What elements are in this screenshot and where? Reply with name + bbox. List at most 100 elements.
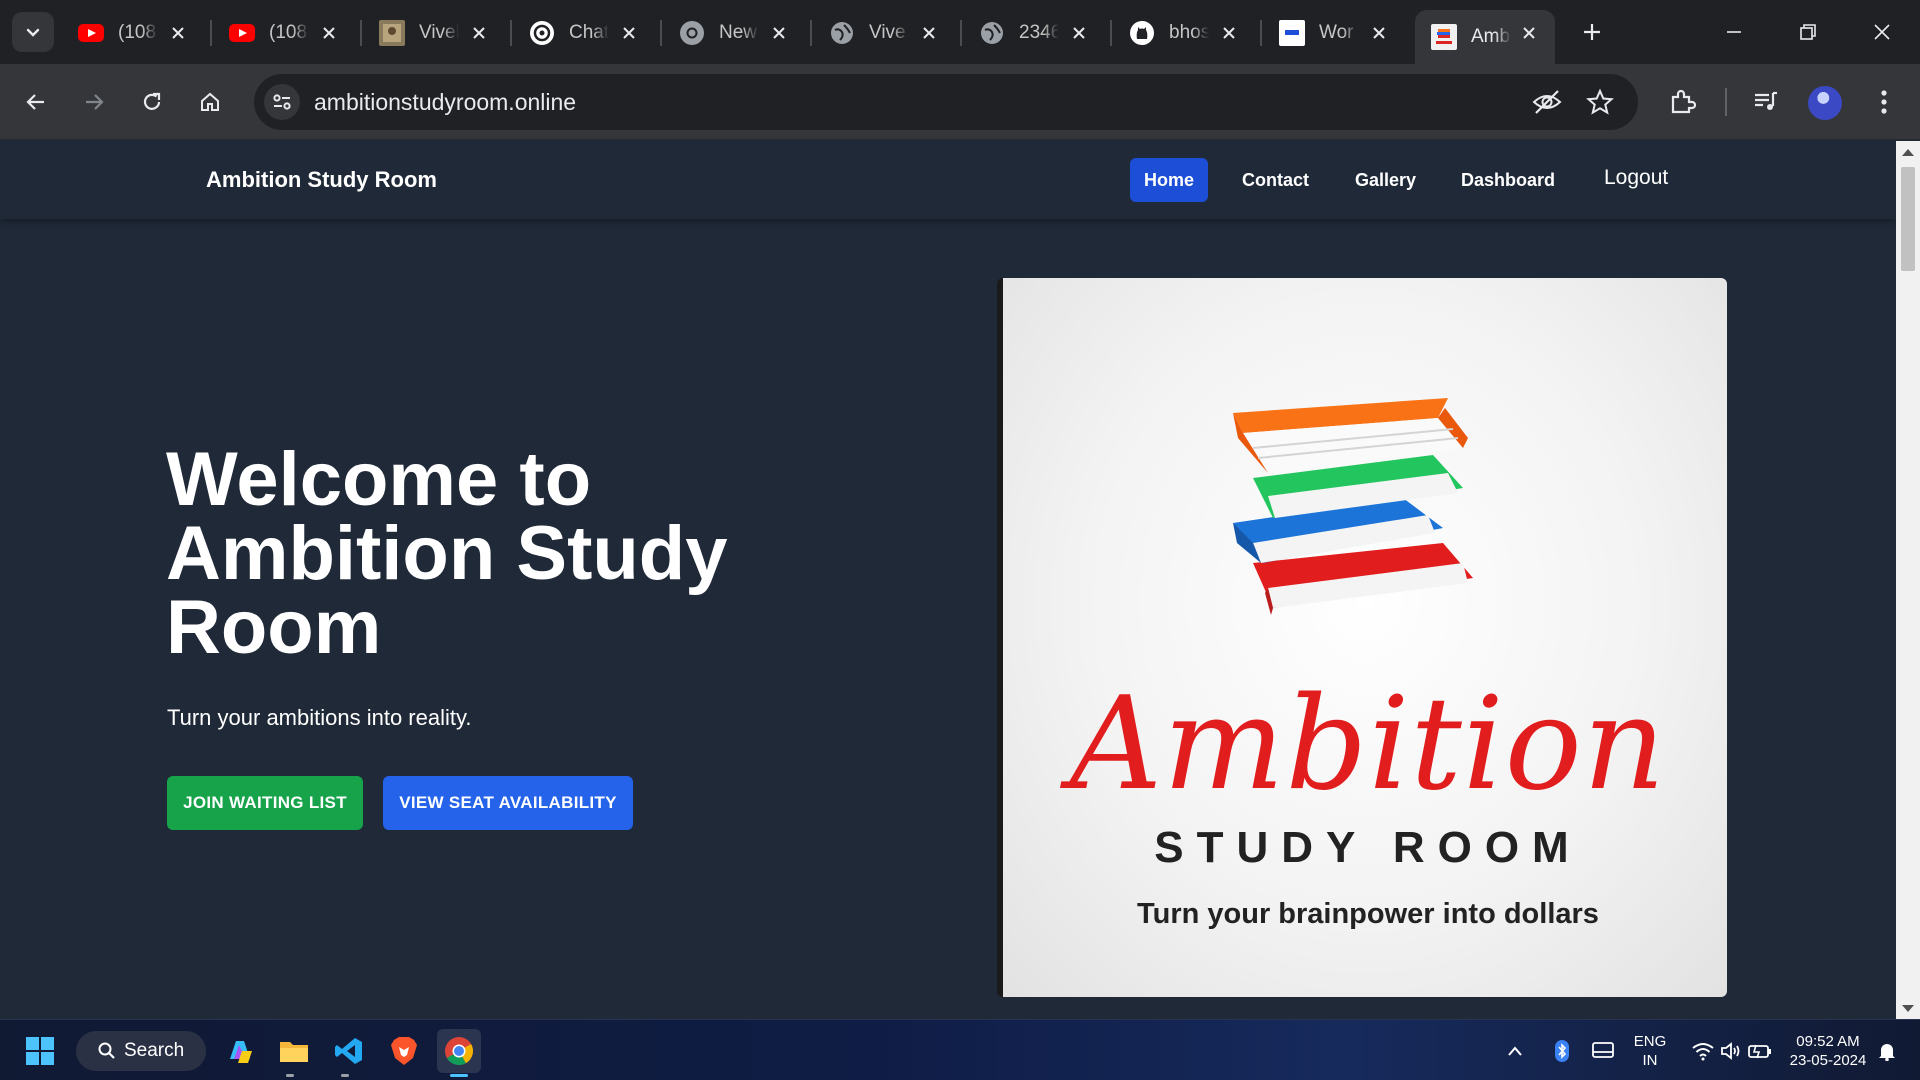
- plus-icon: [1584, 24, 1600, 40]
- back-button[interactable]: [14, 80, 58, 124]
- browser-tab[interactable]: New: [663, 10, 805, 56]
- clock-time: 09:52 AM: [1796, 1033, 1860, 1050]
- tab-separator: [510, 20, 512, 46]
- browser-tab-strip: (108 (108 Vivel Chat New Vive 2346 bhos …: [0, 0, 1920, 64]
- scroll-up-arrow-icon[interactable]: [1902, 149, 1914, 156]
- nav-contact[interactable]: Contact: [1228, 158, 1323, 202]
- browser-tab[interactable]: 2346: [963, 10, 1105, 56]
- scrollbar-thumb[interactable]: [1901, 167, 1915, 271]
- browser-tab[interactable]: Chat: [513, 10, 655, 56]
- close-tab-icon[interactable]: [1367, 21, 1391, 45]
- taskbar-brave[interactable]: [382, 1029, 426, 1073]
- close-tab-icon[interactable]: [317, 21, 341, 45]
- running-indicator: [286, 1074, 294, 1077]
- extensions-button[interactable]: [1660, 80, 1704, 124]
- browser-tab[interactable]: (108: [62, 10, 204, 56]
- bookmark-star-icon[interactable]: [1586, 88, 1614, 121]
- tray-bluetooth[interactable]: [1548, 1029, 1576, 1073]
- close-tab-icon[interactable]: [767, 21, 791, 45]
- tray-network-volume-battery[interactable]: [1682, 1029, 1782, 1073]
- taskbar-search[interactable]: Search: [76, 1031, 206, 1071]
- language-code: ENG: [1633, 1033, 1667, 1050]
- tray-display[interactable]: [1588, 1029, 1618, 1073]
- tab-search-button[interactable]: [12, 12, 54, 52]
- browser-toolbar: ambitionstudyroom.online: [0, 64, 1920, 140]
- tab-title: Vivel: [419, 22, 459, 43]
- browser-tab[interactable]: Wor: [1263, 10, 1405, 56]
- close-tab-icon[interactable]: [166, 21, 190, 45]
- display-icon: [1592, 1042, 1614, 1058]
- language-indicator[interactable]: ENG IN: [1630, 1032, 1670, 1070]
- more-vertical-icon: [1881, 90, 1887, 114]
- new-tab-button[interactable]: [1574, 14, 1610, 50]
- taskbar-search-label: Search: [124, 1040, 185, 1061]
- clock[interactable]: 09:52 AM 23-05-2024: [1780, 1032, 1876, 1070]
- taskbar-file-explorer[interactable]: [272, 1029, 316, 1073]
- close-tab-icon[interactable]: [1217, 21, 1241, 45]
- reload-button[interactable]: [130, 80, 174, 124]
- page-scrollbar[interactable]: [1896, 141, 1920, 1019]
- bell-icon: [1879, 1044, 1895, 1061]
- browser-tab[interactable]: (108: [213, 10, 355, 56]
- page-viewport: Ambition Study Room Home Contact Gallery…: [0, 141, 1920, 1019]
- photo-favicon: [379, 20, 405, 46]
- hero-logo-image: Ambition STUDY ROOM Turn your brainpower…: [997, 278, 1727, 997]
- tab-separator: [360, 20, 362, 46]
- close-window-button[interactable]: [1852, 10, 1912, 54]
- taskbar-chrome[interactable]: [437, 1029, 481, 1073]
- search-icon: [98, 1042, 115, 1059]
- close-tab-icon[interactable]: [917, 21, 941, 45]
- menu-button[interactable]: [1862, 80, 1906, 124]
- nav-home[interactable]: Home: [1130, 158, 1209, 202]
- tab-title: Chat: [569, 22, 609, 43]
- join-waiting-list-button[interactable]: JOIN WAITING LIST: [167, 776, 363, 830]
- tray-overflow-button[interactable]: [1500, 1029, 1530, 1073]
- arrow-left-icon: [26, 94, 44, 110]
- volume-icon: [1721, 1042, 1740, 1060]
- site-brand[interactable]: Ambition Study Room: [206, 141, 437, 219]
- restore-button[interactable]: [1778, 10, 1838, 54]
- taskbar-vscode[interactable]: [327, 1029, 371, 1073]
- battery-icon: [1748, 1044, 1771, 1059]
- home-button[interactable]: [188, 80, 232, 124]
- nav-gallery[interactable]: Gallery: [1341, 158, 1430, 202]
- browser-tab[interactable]: Vive: [813, 10, 955, 56]
- tab-title: bhos: [1169, 22, 1209, 43]
- taskbar-copilot[interactable]: [218, 1029, 262, 1073]
- media-controls-button[interactable]: [1744, 80, 1788, 124]
- profile-avatar[interactable]: [1808, 86, 1842, 120]
- tab-title: Vive: [869, 22, 906, 43]
- close-tab-icon[interactable]: [1067, 21, 1091, 45]
- arrow-right-icon: [86, 94, 104, 110]
- scroll-down-arrow-icon[interactable]: [1902, 1005, 1914, 1012]
- chrome-icon: [679, 20, 705, 46]
- windows-logo-icon: [26, 1037, 54, 1065]
- language-region: IN: [1642, 1052, 1658, 1069]
- close-tab-icon[interactable]: [467, 21, 491, 45]
- tab-separator: [810, 20, 812, 46]
- browser-tab[interactable]: Vivel: [363, 10, 505, 56]
- site-info-button[interactable]: [264, 84, 300, 120]
- browser-tab[interactable]: bhos: [1113, 10, 1255, 56]
- clock-date: 23-05-2024: [1789, 1052, 1867, 1069]
- forward-button[interactable]: [72, 80, 116, 124]
- browser-tab-active[interactable]: Amb: [1415, 10, 1555, 64]
- tab-separator: [210, 20, 212, 46]
- nav-logout[interactable]: Logout: [1590, 156, 1682, 200]
- address-bar[interactable]: ambitionstudyroom.online: [254, 74, 1638, 130]
- hero-subtitle: Turn your ambitions into reality.: [167, 705, 472, 730]
- tracking-protection-icon[interactable]: [1532, 88, 1562, 121]
- nav-dashboard[interactable]: Dashboard: [1447, 158, 1569, 202]
- close-tab-icon[interactable]: [1517, 21, 1541, 45]
- close-tab-icon[interactable]: [617, 21, 641, 45]
- folder-icon: [280, 1042, 308, 1062]
- tab-title: Wor: [1319, 22, 1354, 43]
- notifications-button[interactable]: [1872, 1029, 1902, 1073]
- github-icon: [1129, 20, 1155, 46]
- minimize-button[interactable]: [1704, 10, 1764, 54]
- toolbar-divider: [1725, 88, 1727, 116]
- puzzle-icon: [1671, 89, 1696, 114]
- tab-title: New: [719, 22, 758, 43]
- view-seat-availability-button[interactable]: VIEW SEAT AVAILABILITY: [383, 776, 633, 830]
- start-button[interactable]: [18, 1029, 62, 1073]
